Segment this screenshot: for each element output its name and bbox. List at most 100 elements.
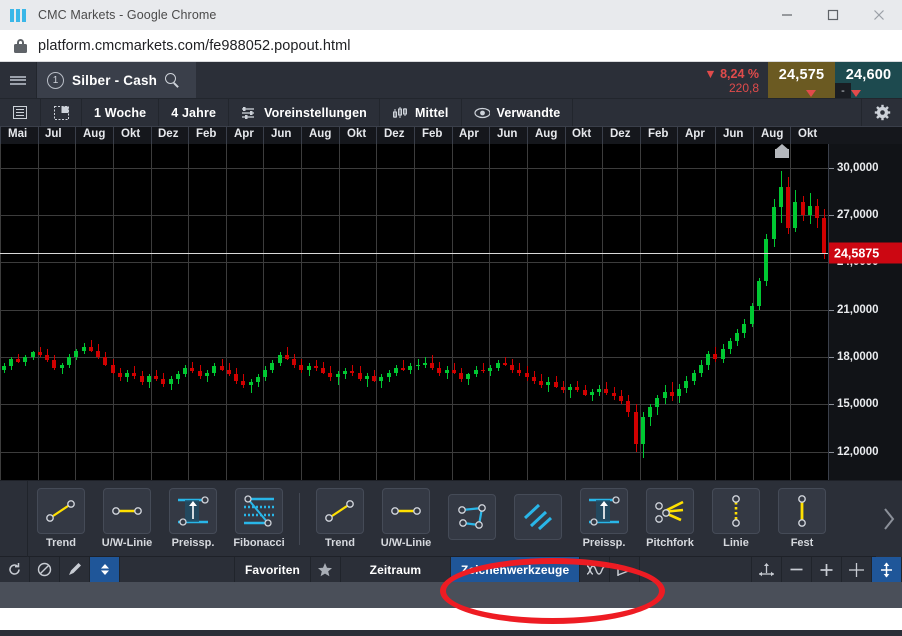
gridline-vertical (226, 144, 227, 480)
price-panel: ▼ 8,24 % 220,8 24,575 - 24,600 (694, 62, 902, 98)
minus-icon[interactable] (782, 557, 812, 582)
tool-trend[interactable]: Trend (28, 488, 94, 549)
candle-body (488, 368, 492, 371)
grid-layout-button[interactable] (41, 99, 82, 126)
timeframe-tab[interactable]: Zeitraum (341, 557, 451, 582)
gridline-vertical (151, 144, 152, 480)
instrument-tab[interactable]: 1 Silber - Cash (36, 62, 196, 98)
chevron-right-icon[interactable] (876, 481, 902, 557)
candle-body (525, 373, 529, 378)
gridline-vertical (0, 144, 1, 480)
gridline-vertical (301, 144, 302, 480)
timeframe-button[interactable]: 1 Woche (82, 99, 159, 126)
candle-body (517, 370, 521, 373)
minimize-icon[interactable] (764, 0, 810, 30)
indicator-flag-icon[interactable] (610, 557, 640, 582)
tool-label: Pitchfork (646, 537, 694, 549)
pencil-icon[interactable] (60, 557, 90, 582)
candlestick-plot[interactable] (0, 144, 828, 480)
x-axis-separator (602, 127, 603, 145)
related-button[interactable]: Verwandte (462, 99, 574, 126)
x-tick-label: Aug (309, 128, 331, 140)
candle-body (437, 368, 441, 373)
candle-body (539, 381, 543, 386)
x-tick-label: Feb (422, 128, 442, 140)
move-crosshair-icon[interactable] (752, 557, 782, 582)
tool-preissp-[interactable]: Preissp. (160, 488, 226, 549)
gridline-vertical (452, 144, 453, 480)
candle-body (416, 365, 420, 367)
page-bottom-blank (0, 608, 902, 630)
no-entry-icon[interactable] (30, 557, 60, 582)
candle-body (496, 363, 500, 368)
tool-polyline-icon[interactable] (439, 494, 505, 543)
gridline-vertical (790, 144, 791, 480)
x-axis-separator (414, 127, 415, 145)
url-text[interactable]: platform.cmcmarkets.com/fe988052.popout.… (38, 38, 350, 54)
tool-preissp-[interactable]: Preissp. (571, 488, 637, 549)
x-axis-separator (677, 127, 678, 145)
current-price-badge[interactable]: 24,5875 (829, 243, 902, 264)
x-tick-label: Okt (572, 128, 591, 140)
tool-pitchfork[interactable]: Pitchfork (637, 488, 703, 549)
range-button[interactable]: 4 Jahre (159, 99, 229, 126)
close-icon[interactable] (856, 0, 902, 30)
list-view-button[interactable] (0, 99, 41, 126)
instrument-bar: 1 Silber - Cash ▼ 8,24 % 220,8 24,575 - … (0, 62, 902, 98)
refresh-icon[interactable] (0, 557, 30, 582)
candle-body (481, 370, 485, 372)
chart-y-axis[interactable]: 30,000027,000024,000021,000018,000015,00… (828, 144, 902, 480)
tool-parallel-channel-icon[interactable] (505, 494, 571, 543)
candle-body (350, 371, 354, 373)
tool-linie[interactable]: Linie (703, 488, 769, 549)
candle-body (270, 363, 274, 369)
candle-body (74, 351, 78, 357)
gridline-vertical (75, 144, 76, 480)
candle-body (82, 347, 86, 350)
browser-address-bar[interactable]: platform.cmcmarkets.com/fe988052.popout.… (0, 30, 902, 62)
crosshair-icon[interactable] (842, 557, 872, 582)
presets-button[interactable]: Voreinstellungen (229, 99, 380, 126)
drawing-tools-palette: TrendU/W-LiniePreissp.FibonacciTrendU/W-… (0, 480, 902, 556)
candle-wick (447, 366, 448, 379)
candle-body (140, 376, 144, 382)
favorites-button[interactable]: Favoriten (235, 557, 311, 582)
y-tick-label: 21,0000 (837, 304, 879, 316)
bid-button[interactable]: 24,575 - (768, 62, 835, 98)
candle-body (328, 373, 332, 378)
candle-body (147, 376, 151, 382)
candle-body (183, 368, 187, 374)
tool-u-w-linie[interactable]: U/W-Linie (373, 488, 439, 549)
plus-icon[interactable] (812, 557, 842, 582)
candle-wick (338, 371, 339, 385)
tool-label: Linie (723, 537, 749, 549)
chart-area[interactable]: 30,000027,000024,000021,000018,000015,00… (0, 144, 902, 480)
gear-icon[interactable] (862, 99, 902, 126)
candle-body (641, 417, 645, 444)
up-down-arrows-icon[interactable] (90, 557, 120, 582)
candle-body (321, 368, 325, 373)
candle-body (161, 379, 165, 384)
tool-u-w-linie[interactable]: U/W-Linie (94, 488, 160, 549)
pitchfork-icon (646, 488, 694, 534)
maximize-icon[interactable] (810, 0, 856, 30)
candle-body (365, 376, 369, 379)
tool-label: Trend (325, 537, 355, 549)
drawing-tools-tab[interactable]: Zeichenwerkzeuge (451, 557, 580, 582)
average-button[interactable]: Mittel (380, 99, 462, 126)
tool-trend[interactable]: Trend (307, 488, 373, 549)
x-tick-label: Mai (8, 128, 27, 140)
oscillator-icon[interactable] (580, 557, 610, 582)
y-tick-mark (829, 168, 834, 169)
star-icon[interactable] (311, 557, 341, 582)
x-tick-label: Dez (158, 128, 178, 140)
chart-x-axis: MaiJulAugOktDezFebAprJunAugOktDezFebAprJ… (0, 126, 902, 144)
search-icon[interactable] (165, 73, 180, 88)
fit-vertical-icon[interactable] (872, 557, 902, 582)
candle-body (423, 363, 427, 365)
candle-body (604, 389, 608, 394)
tool-fest[interactable]: Fest (769, 488, 835, 549)
tool-fibonacci[interactable]: Fibonacci (226, 488, 292, 549)
candle-body (554, 382, 558, 387)
hamburger-menu-icon[interactable] (0, 62, 36, 98)
